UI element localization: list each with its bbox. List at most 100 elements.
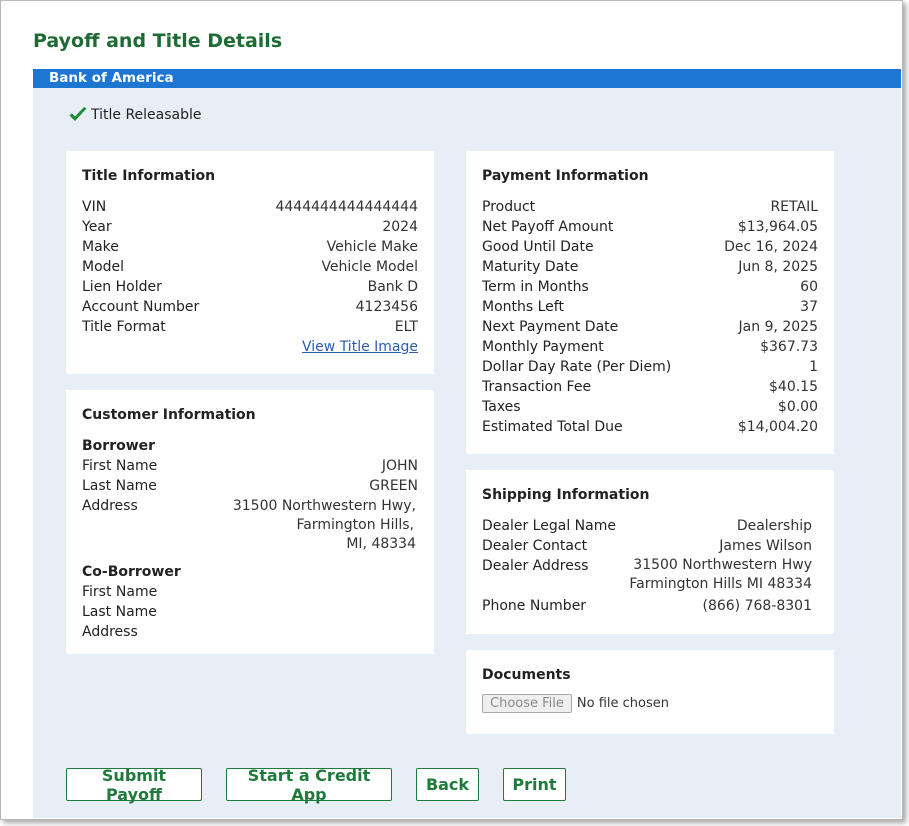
per-diem-label: Dollar Day Rate (Per Diem) <box>482 359 672 375</box>
payment-row: Net Payoff Amount $13,964.05 <box>482 217 818 237</box>
taxes-value: $0.00 <box>777 399 818 415</box>
payment-row: Maturity Date Jun 8, 2025 <box>482 257 818 277</box>
estimated-total-value: $14,004.20 <box>737 419 818 435</box>
title-status-text: Title Releasable <box>91 107 202 123</box>
borrower-address-value: 31500 Northwestern Hwy, Farmington Hills… <box>233 496 418 554</box>
payment-row: Taxes $0.00 <box>482 397 818 417</box>
estimated-total-label: Estimated Total Due <box>482 419 623 435</box>
title-format-label: Title Format <box>82 319 166 335</box>
title-row-account-number: Account Number 4123456 <box>82 297 418 317</box>
title-row-title-format: Title Format ELT <box>82 317 418 337</box>
product-value: RETAIL <box>770 199 818 215</box>
shipping-information-card: Shipping Information Dealer Legal Name D… <box>466 470 834 634</box>
borrower-heading: Borrower <box>82 438 156 454</box>
transaction-fee-value: $40.15 <box>769 379 818 395</box>
print-button[interactable]: Print <box>503 768 566 801</box>
bank-name-bar: Bank of America <box>33 69 901 88</box>
maturity-date-label: Maturity Date <box>482 259 579 275</box>
title-information-card: Title Information VIN 4444444444444444 Y… <box>66 151 434 374</box>
payment-information-heading: Payment Information <box>482 168 649 184</box>
taxes-label: Taxes <box>482 399 521 415</box>
good-until-label: Good Until Date <box>482 239 594 255</box>
net-payoff-value: $13,964.05 <box>737 219 818 235</box>
co-borrower-last-name-label: Last Name <box>82 604 157 620</box>
vin-value: 4444444444444444 <box>275 199 418 215</box>
borrower-first-name-row: First Name JOHN <box>82 456 418 476</box>
payment-row: Next Payment Date Jan 9, 2025 <box>482 317 818 337</box>
months-left-label: Months Left <box>482 299 564 315</box>
dealer-contact-row: Dealer Contact James Wilson <box>482 536 812 556</box>
customer-information-card: Customer Information Borrower First Name… <box>66 390 434 654</box>
lien-holder-label: Lien Holder <box>82 279 162 295</box>
year-label: Year <box>82 219 112 235</box>
back-button[interactable]: Back <box>416 768 479 801</box>
payment-row: Dollar Day Rate (Per Diem) 1 <box>482 357 818 377</box>
co-borrower-heading: Co-Borrower <box>82 564 181 580</box>
phone-number-value: (866) 768-8301 <box>702 598 813 614</box>
dealer-address-row: Dealer Address 31500 Northwestern Hwy Fa… <box>482 556 812 594</box>
title-status: Title Releasable <box>68 106 202 124</box>
co-borrower-address-label: Address <box>82 624 138 640</box>
co-borrower-first-name-row: First Name <box>82 582 418 602</box>
per-diem-value: 1 <box>809 359 818 375</box>
view-title-image-row: View Title Image <box>82 337 418 357</box>
checkmark-icon <box>69 107 87 121</box>
monthly-payment-value: $367.73 <box>760 339 818 355</box>
term-months-label: Term in Months <box>482 279 589 295</box>
title-row-make: Make Vehicle Make <box>82 237 418 257</box>
good-until-value: Dec 16, 2024 <box>724 239 818 255</box>
vin-label: VIN <box>82 199 107 215</box>
phone-number-row: Phone Number (866) 768-8301 <box>482 596 812 616</box>
borrower-address-line1: 31500 Northwestern Hwy, <box>232 498 416 514</box>
co-borrower-address-row: Address <box>82 622 418 642</box>
dealer-address-line2: Farmington Hills MI 48334 <box>629 576 812 592</box>
dealer-contact-label: Dealer Contact <box>482 538 588 554</box>
no-file-chosen-text: No file chosen <box>576 696 669 711</box>
shipping-information-heading: Shipping Information <box>482 487 650 503</box>
payment-row: Months Left 37 <box>482 297 818 317</box>
product-label: Product <box>482 199 536 215</box>
net-payoff-label: Net Payoff Amount <box>482 219 614 235</box>
borrower-last-name-row: Last Name GREEN <box>82 476 418 496</box>
title-information-heading: Title Information <box>82 168 216 184</box>
borrower-first-name-label: First Name <box>82 458 158 474</box>
model-value: Vehicle Model <box>321 259 418 275</box>
customer-information-heading: Customer Information <box>82 407 256 423</box>
monthly-payment-label: Monthly Payment <box>482 339 604 355</box>
dealer-legal-name-row: Dealer Legal Name Dealership <box>482 516 812 536</box>
payment-row: Transaction Fee $40.15 <box>482 377 818 397</box>
page-title: Payoff and Title Details <box>33 30 283 52</box>
year-value: 2024 <box>382 219 418 235</box>
term-months-value: 60 <box>800 279 818 295</box>
lien-holder-value: Bank D <box>367 279 418 295</box>
documents-heading: Documents <box>482 667 571 683</box>
co-borrower-last-name-row: Last Name <box>82 602 418 622</box>
dealer-contact-value: James Wilson <box>719 538 812 554</box>
title-row-vin: VIN 4444444444444444 <box>82 197 418 217</box>
title-row-year: Year 2024 <box>82 217 418 237</box>
next-payment-date-label: Next Payment Date <box>482 319 619 335</box>
dealer-address-line1: 31500 Northwestern Hwy <box>633 557 812 573</box>
view-title-image-link[interactable]: View Title Image <box>302 339 418 355</box>
phone-number-label: Phone Number <box>482 598 587 614</box>
borrower-address-line2: Farmington Hills, <box>296 517 414 533</box>
title-row-model: Model Vehicle Model <box>82 257 418 277</box>
account-number-label: Account Number <box>82 299 200 315</box>
start-credit-app-button[interactable]: Start a Credit App <box>226 766 392 804</box>
choose-file-button[interactable]: Choose File <box>482 694 572 713</box>
maturity-date-value: Jun 8, 2025 <box>738 259 818 275</box>
borrower-address-row: Address 31500 Northwestern Hwy, Farmingt… <box>82 496 418 554</box>
make-label: Make <box>82 239 119 255</box>
dealer-address-value: 31500 Northwestern Hwy Farmington Hills … <box>629 556 812 594</box>
transaction-fee-label: Transaction Fee <box>482 379 592 395</box>
payment-row: Term in Months 60 <box>482 277 818 297</box>
account-number-value: 4123456 <box>355 299 418 315</box>
payment-row: Monthly Payment $367.73 <box>482 337 818 357</box>
dealer-legal-name-label: Dealer Legal Name <box>482 518 616 534</box>
documents-card: Documents Choose File No file chosen <box>466 650 834 734</box>
title-format-value: ELT <box>394 319 418 335</box>
payment-information-card: Payment Information Product RETAIL Net Pa… <box>466 151 834 454</box>
payment-row: Product RETAIL <box>482 197 818 217</box>
borrower-address-label: Address <box>82 498 138 514</box>
submit-payoff-button[interactable]: Submit Payoff <box>66 766 202 804</box>
